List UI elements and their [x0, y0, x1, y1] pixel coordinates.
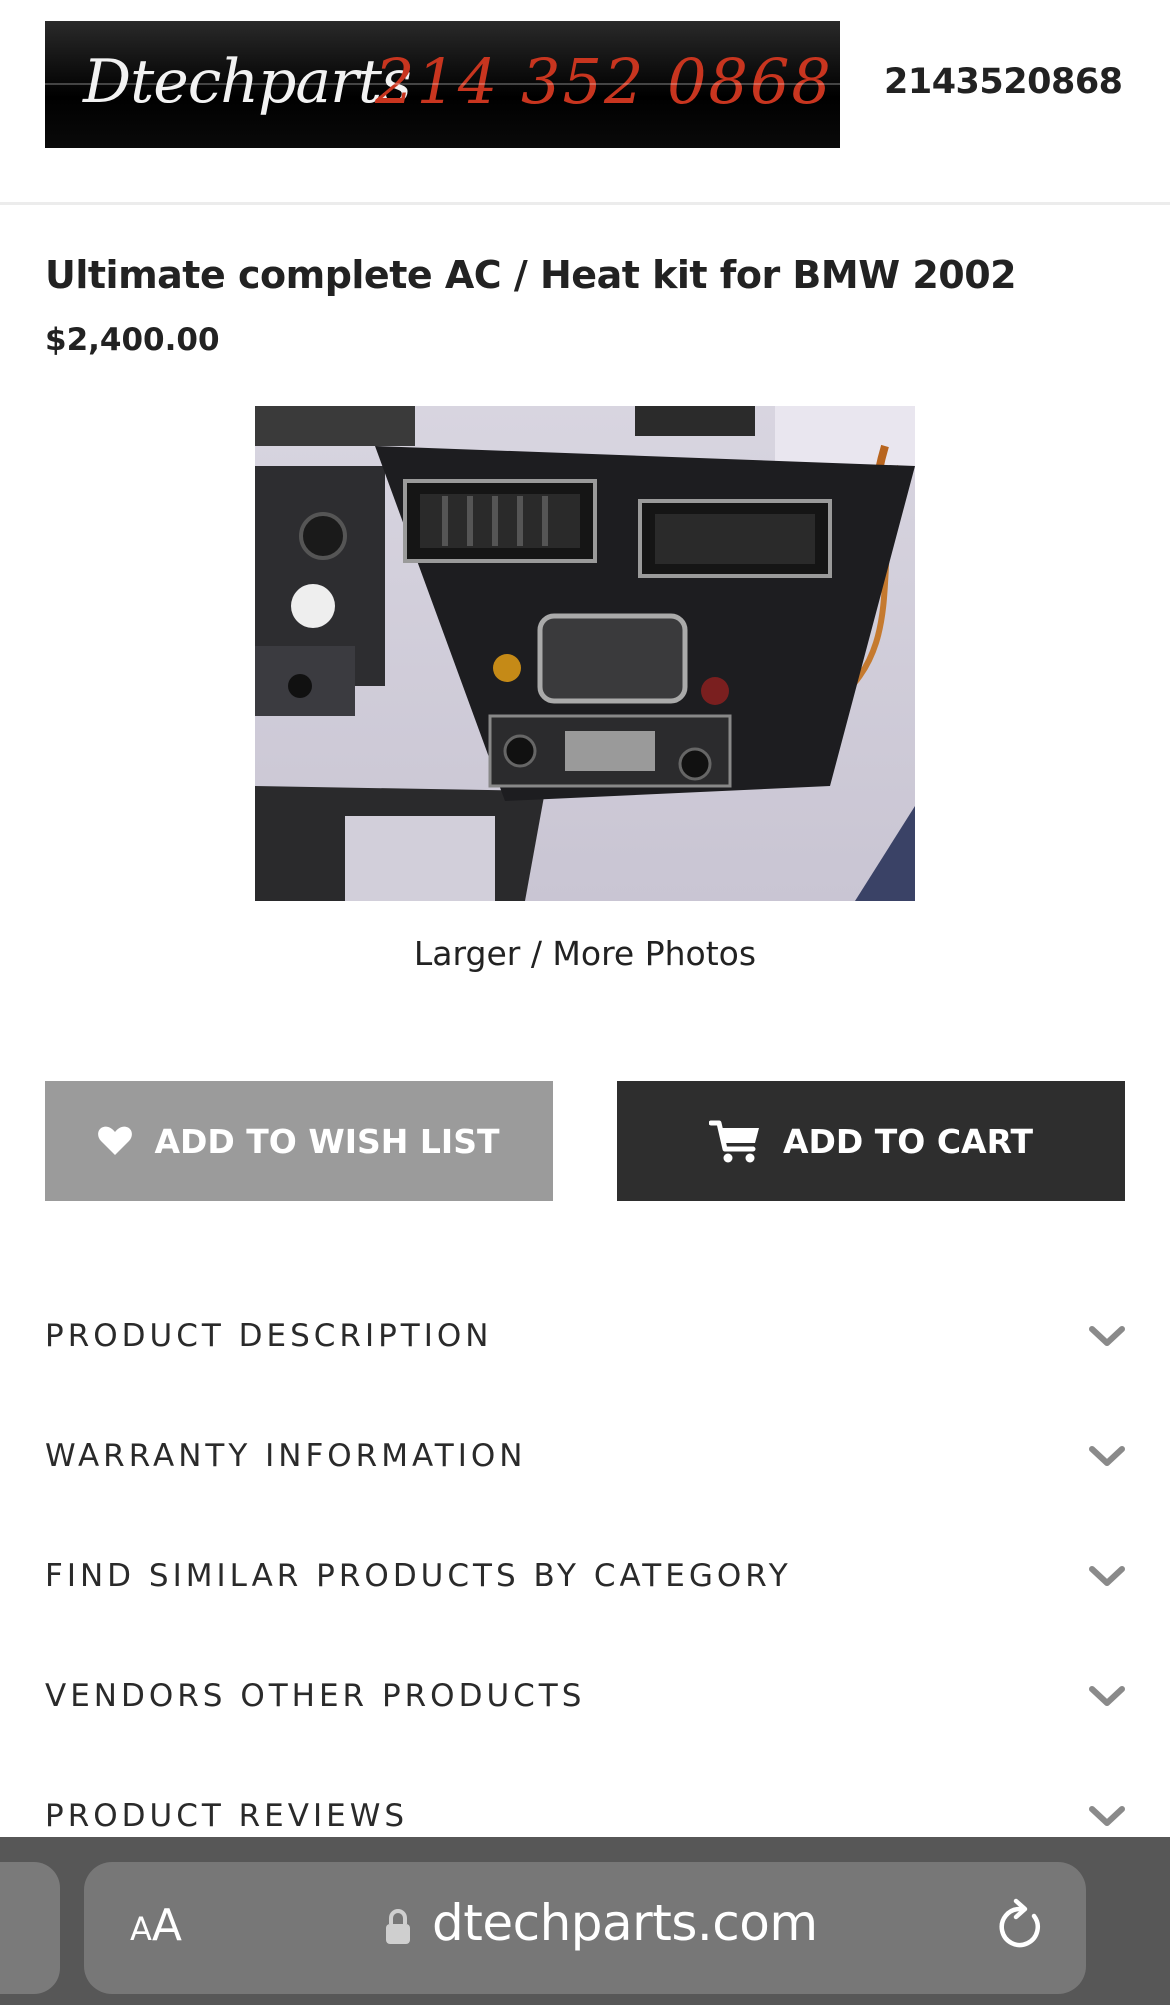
- chevron-down-icon: [1089, 1686, 1125, 1706]
- section-label: PRODUCT REVIEWS: [45, 1798, 409, 1834]
- url-text[interactable]: dtechparts.com: [432, 1894, 818, 1952]
- section-warranty-information[interactable]: WARRANTY INFORMATION: [45, 1426, 1125, 1486]
- section-label: PRODUCT DESCRIPTION: [45, 1318, 493, 1354]
- heart-icon: [98, 1126, 133, 1156]
- cart-label: ADD TO CART: [782, 1121, 1034, 1161]
- product-price: $2,400.00: [45, 322, 220, 358]
- reload-icon[interactable]: [994, 1898, 1046, 1956]
- text-size-button[interactable]: AA: [130, 1900, 182, 1951]
- chevron-down-icon: [1089, 1446, 1125, 1466]
- logo-phone: 214 352 0868: [375, 45, 833, 118]
- product-photo-illustration: [255, 406, 915, 901]
- section-label: VENDORS OTHER PRODUCTS: [45, 1678, 586, 1714]
- section-similar-products[interactable]: FIND SIMILAR PRODUCTS BY CATEGORY: [45, 1546, 1125, 1606]
- add-to-wish-list-button[interactable]: ADD TO WISH LIST: [45, 1081, 553, 1201]
- product-title: Ultimate complete AC / Heat kit for BMW …: [45, 253, 1017, 297]
- section-vendors-other-products[interactable]: VENDORS OTHER PRODUCTS: [45, 1666, 1125, 1726]
- phone-link[interactable]: 2143520868: [884, 62, 1123, 102]
- text-size-small: A: [130, 1910, 152, 1948]
- address-bar[interactable]: AA dtechparts.com: [84, 1862, 1086, 1994]
- logo-name: Dtechparts: [83, 47, 412, 117]
- section-label: FIND SIMILAR PRODUCTS BY CATEGORY: [45, 1558, 792, 1594]
- section-product-description[interactable]: PRODUCT DESCRIPTION: [45, 1306, 1125, 1366]
- chevron-down-icon: [1089, 1806, 1125, 1826]
- text-size-big: A: [151, 1900, 182, 1951]
- wish-list-label: ADD TO WISH LIST: [154, 1121, 500, 1161]
- previous-tab[interactable]: [0, 1862, 60, 1994]
- chevron-down-icon: [1089, 1326, 1125, 1346]
- lock-icon: [386, 1909, 410, 1944]
- section-label: WARRANTY INFORMATION: [45, 1438, 527, 1474]
- site-header: Dtechparts 214 352 0868 2143520868: [0, 0, 1170, 205]
- chevron-down-icon: [1089, 1566, 1125, 1586]
- larger-photos-link[interactable]: Larger / More Photos: [0, 934, 1170, 973]
- add-to-cart-button[interactable]: ADD TO CART: [617, 1081, 1125, 1201]
- browser-toolbar: AA dtechparts.com: [0, 1837, 1170, 2005]
- site-logo[interactable]: Dtechparts 214 352 0868: [45, 21, 840, 148]
- product-image[interactable]: [255, 406, 915, 901]
- cart-icon: [708, 1119, 761, 1163]
